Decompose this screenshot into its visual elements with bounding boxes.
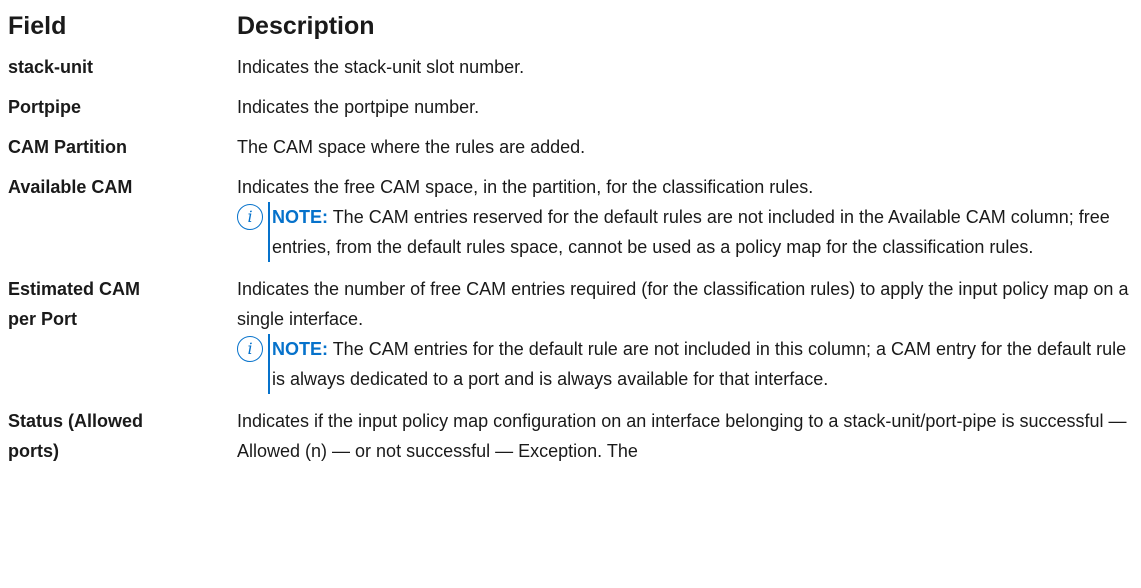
field-description: The CAM space where the rules are added. bbox=[237, 137, 586, 157]
field-name: Status (Allowed ports) bbox=[8, 406, 237, 466]
note-text: The CAM entries reserved for the default… bbox=[272, 207, 1110, 257]
field-description: Indicates the number of free CAM entries… bbox=[237, 274, 1137, 394]
field-name-line: ports) bbox=[8, 441, 59, 461]
field-name: stack-unit bbox=[8, 57, 94, 77]
header-field: Field bbox=[8, 11, 67, 40]
note: i NOTE: The CAM entries reserved for the… bbox=[237, 202, 1137, 262]
field-name: CAM Partition bbox=[8, 137, 127, 157]
note: i NOTE: The CAM entries for the default … bbox=[237, 334, 1137, 394]
header-description: Description bbox=[237, 11, 375, 40]
note-label: NOTE: bbox=[272, 339, 328, 359]
field-name-line: per Port bbox=[8, 309, 78, 329]
table-row: Estimated CAM per Port Indicates the num… bbox=[8, 274, 1141, 394]
table-header: Field Description bbox=[8, 0, 1141, 52]
field-name: Estimated CAM per Port bbox=[8, 274, 237, 394]
info-icon: i bbox=[237, 204, 263, 230]
description-text: Indicates the number of free CAM entries… bbox=[237, 279, 1129, 329]
note-body: NOTE: The CAM entries for the default ru… bbox=[268, 334, 1132, 394]
note-body: NOTE: The CAM entries reserved for the d… bbox=[268, 202, 1132, 262]
field-name: Available CAM bbox=[8, 177, 133, 197]
field-description: Indicates the portpipe number. bbox=[237, 97, 480, 117]
info-icon: i bbox=[237, 336, 263, 362]
note-label: NOTE: bbox=[272, 207, 328, 227]
field-description: Indicates if the input policy map config… bbox=[237, 411, 1127, 461]
field-name: Portpipe bbox=[8, 97, 82, 117]
field-description: Indicates the free CAM space, in the par… bbox=[237, 172, 1137, 262]
field-description: Indicates the stack-unit slot number. bbox=[237, 57, 525, 77]
note-text: The CAM entries for the default rule are… bbox=[272, 339, 1127, 389]
field-name-line: Estimated CAM bbox=[8, 279, 141, 299]
field-name-line: Status (Allowed bbox=[8, 411, 144, 431]
table-row: Portpipe Indicates the portpipe number. bbox=[8, 92, 1141, 122]
table-row: CAM Partition The CAM space where the ru… bbox=[8, 132, 1141, 162]
table-row: stack-unit Indicates the stack-unit slot… bbox=[8, 52, 1141, 82]
table-row: Available CAM Indicates the free CAM spa… bbox=[8, 172, 1141, 262]
description-text: Indicates the free CAM space, in the par… bbox=[237, 177, 814, 197]
table-body: stack-unit Indicates the stack-unit slot… bbox=[8, 52, 1141, 466]
table-row: Status (Allowed ports) Indicates if the … bbox=[8, 406, 1141, 466]
field-description-table: Field Description stack-unit Indicates t… bbox=[0, 0, 1141, 588]
